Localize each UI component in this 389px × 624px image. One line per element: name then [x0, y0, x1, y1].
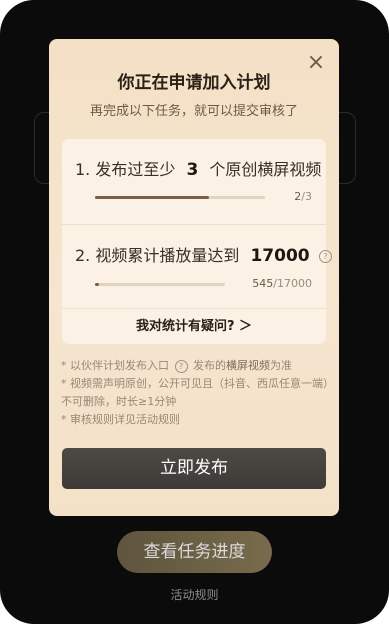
statistics-question-link[interactable]: 我对统计有疑问? ＞	[62, 308, 326, 345]
activity-rules-link[interactable]: 活动规则	[0, 586, 389, 603]
task-item-original-videos: 1. 发布过至少 3 个原创横屏视频 2/3	[62, 139, 326, 224]
progress-current: 545	[252, 277, 274, 290]
note-text: * 以伙伴计划发布入口	[61, 359, 169, 372]
progress-total: 17000	[277, 277, 312, 290]
note-highlight: 横屏视频	[226, 359, 270, 372]
task-prefix: 1. 发布过至少	[75, 160, 176, 179]
task-prefix: 2. 视频累计播放量达到	[75, 246, 240, 265]
note-text: 为准	[270, 359, 292, 372]
progress-label: 545/17000	[252, 277, 312, 290]
join-plan-modal: × 你正在申请加入计划 再完成以下任务，就可以提交审核了 1. 发布过至少 3 …	[49, 39, 339, 516]
note-line-2: * 视频需声明原创，公开可见且（抖音、西瓜任意一端）不可删除，时长≥1分钟	[61, 377, 329, 408]
task-suffix: 个原创横屏视频	[209, 160, 322, 179]
modal-subtitle: 再完成以下任务，就可以提交审核了	[89, 104, 298, 119]
task-target: 17000	[250, 246, 310, 266]
task-target: 3	[186, 160, 199, 180]
app-screen: 查看任务进度 活动规则 × 你正在申请加入计划 再完成以下任务，就可以提交审核了…	[0, 0, 389, 624]
task-card: 1. 发布过至少 3 个原创横屏视频 2/3 2. 视频累计播放量达到 1700…	[62, 139, 332, 345]
question-circle-icon[interactable]: ?	[174, 359, 188, 373]
note-line-1: * 以伙伴计划发布入口 ? 发布的横屏视频为准	[61, 357, 329, 375]
progress-bar	[95, 196, 265, 199]
note-text: 发布的	[193, 359, 226, 372]
progress-fill	[95, 283, 100, 286]
rules-notes: * 以伙伴计划发布入口 ? 发布的横屏视频为准 * 视频需声明原创，公开可见且（…	[61, 357, 329, 429]
task-item-play-count: 2. 视频累计播放量达到 17000 ? 545/17000	[62, 224, 332, 309]
progress-total: 3	[305, 190, 312, 203]
task-text: 2. 视频累计播放量达到 17000 ?	[75, 242, 332, 266]
question-circle-icon[interactable]: ?	[318, 250, 332, 263]
publish-now-button[interactable]: 立即发布	[62, 448, 326, 489]
note-line-3: * 审核规则详见活动规则	[61, 413, 180, 426]
progress-bar	[95, 283, 225, 286]
progress-label: 2/3	[294, 190, 312, 203]
view-task-progress-button[interactable]: 查看任务进度	[117, 531, 272, 573]
progress-fill	[95, 196, 209, 199]
modal-title: 你正在申请加入计划	[117, 73, 271, 93]
task-text: 1. 发布过至少 3 个原创横屏视频	[75, 156, 321, 180]
